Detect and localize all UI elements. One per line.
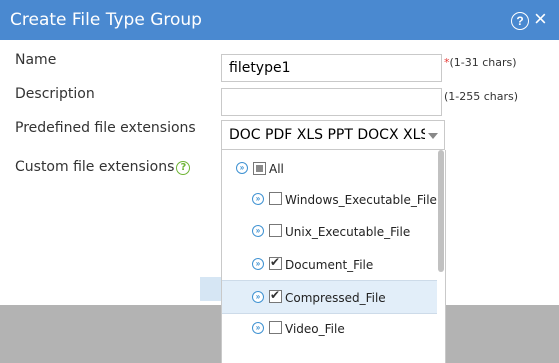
name-hint-text: (1-31 chars)	[449, 56, 517, 69]
close-icon[interactable]: ×	[534, 8, 547, 30]
predefined-extensions-label: Predefined file extensions	[15, 120, 196, 136]
checkbox-partial-icon[interactable]	[253, 162, 266, 175]
question-icon[interactable]: ?	[176, 161, 191, 175]
tree-node-video[interactable]: » Video_File	[222, 313, 437, 343]
name-label: Name	[15, 52, 57, 68]
expand-icon[interactable]: »	[252, 322, 264, 334]
tree-node-label: Compressed_File	[285, 291, 386, 305]
help-icon[interactable]: ?	[511, 12, 529, 30]
dropdown-scrollbar[interactable]	[438, 150, 444, 272]
expand-icon[interactable]: »	[252, 258, 264, 270]
chevron-down-icon[interactable]	[428, 133, 438, 139]
tree-node-all[interactable]: » All	[222, 153, 437, 183]
file-type-tree-dropdown: » All » Windows_Executable_File » Unix_E…	[221, 150, 446, 363]
predefined-extensions-value: DOC PDF XLS PPT DOCX XLSX	[229, 127, 425, 143]
predefined-extensions-select[interactable]: DOC PDF XLS PPT DOCX XLSX	[221, 120, 445, 150]
description-input[interactable]	[221, 88, 442, 116]
expand-icon[interactable]: »	[236, 162, 248, 174]
tree-node-windows-executable[interactable]: » Windows_Executable_File	[222, 184, 437, 214]
expand-icon[interactable]: »	[252, 193, 264, 205]
custom-extensions-label-text: Custom file extensions	[15, 159, 175, 175]
tree-node-label: Document_File	[285, 258, 374, 272]
name-hint: *(1-31 chars)	[444, 56, 517, 69]
tree-node-unix-executable[interactable]: » Unix_Executable_File	[222, 216, 437, 246]
tree-node-label: Video_File	[285, 322, 345, 336]
checkbox-icon[interactable]	[269, 224, 282, 237]
tree-node-label: All	[269, 162, 284, 176]
tree-node-label: Unix_Executable_File	[285, 225, 411, 239]
description-label: Description	[15, 86, 95, 102]
expand-icon[interactable]: »	[252, 225, 264, 237]
tree-node-label: Windows_Executable_File	[285, 193, 437, 207]
custom-extensions-label: Custom file extensions?	[15, 159, 191, 175]
name-input[interactable]: filetype1	[221, 54, 442, 82]
description-hint: (1-255 chars)	[444, 90, 519, 103]
dialog-title: Create File Type Group	[10, 10, 202, 30]
checkbox-checked-icon[interactable]: ✔	[269, 255, 282, 270]
dialog-titlebar: Create File Type Group ? ×	[0, 0, 559, 40]
checkbox-icon[interactable]	[269, 321, 282, 334]
checkbox-icon[interactable]	[269, 192, 282, 205]
checkbox-checked-icon[interactable]: ✔	[269, 288, 282, 303]
tree-node-compressed[interactable]: » ✔ Compressed_File	[222, 280, 437, 314]
tree-node-document[interactable]: » ✔ Document_File	[222, 249, 437, 279]
expand-icon[interactable]: »	[252, 291, 264, 303]
